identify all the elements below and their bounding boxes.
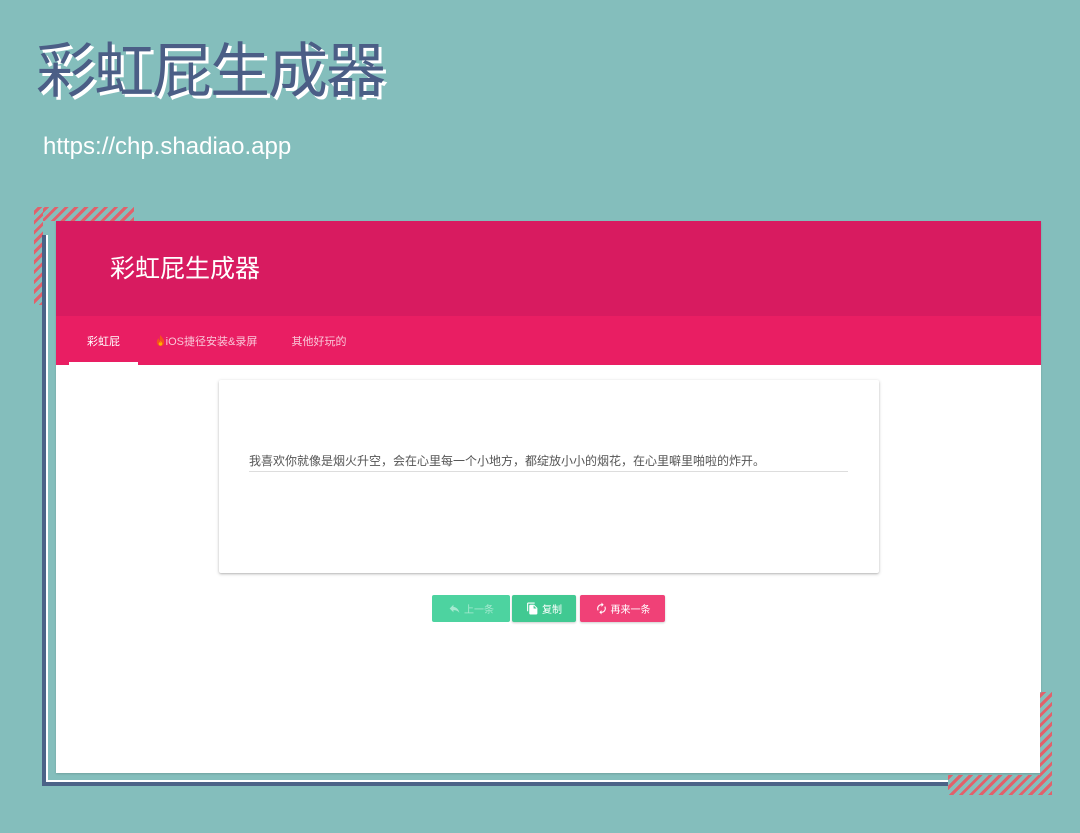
- app-screenshot: 彩虹屁生成器 彩虹屁 iOS捷径安装&录屏 其他好玩的 我喜欢你就像是烟火升空，…: [56, 221, 1041, 773]
- poster-title: 彩虹屁生成器: [36, 37, 386, 107]
- copy-button[interactable]: 复制: [512, 595, 576, 622]
- next-button-label: 再来一条: [610, 605, 651, 616]
- copy-button-label: 复制: [542, 605, 562, 616]
- tab-label: 彩虹屁: [87, 335, 120, 348]
- reply-arrow-icon: [449, 604, 460, 613]
- copy-icon: [527, 602, 538, 615]
- striped-corner-bottom-right: [948, 775, 1052, 795]
- poster-url: https://chp.shadiao.app: [43, 133, 292, 160]
- next-button[interactable]: 再来一条: [580, 595, 665, 622]
- compliment-card: 我喜欢你就像是烟火升空，会在心里每一个小地方，都绽放小小的烟花，在心里噼里啪啦的…: [219, 380, 879, 573]
- compliment-textarea[interactable]: 我喜欢你就像是烟火升空，会在心里每一个小地方，都绽放小小的烟花，在心里噼里啪啦的…: [249, 453, 848, 472]
- tab-other-fun[interactable]: 其他好玩的: [284, 316, 354, 365]
- tab-label: iOS捷径安装&录屏: [165, 335, 258, 348]
- fire-icon: [156, 335, 164, 346]
- refresh-icon: [596, 602, 606, 615]
- previous-button-label: 上一条: [464, 605, 494, 616]
- tab-rainbow-compliment[interactable]: 彩虹屁: [69, 316, 138, 365]
- tab-ios-shortcut[interactable]: iOS捷径安装&录屏: [149, 316, 264, 365]
- striped-corner-top-left: [34, 207, 134, 221]
- previous-button[interactable]: 上一条: [432, 595, 510, 622]
- app-title: 彩虹屁生成器: [110, 255, 261, 283]
- app-header: 彩虹屁生成器: [56, 221, 1041, 316]
- tab-label: 其他好玩的: [291, 335, 347, 348]
- tab-bar: 彩虹屁 iOS捷径安装&录屏 其他好玩的: [56, 316, 1041, 365]
